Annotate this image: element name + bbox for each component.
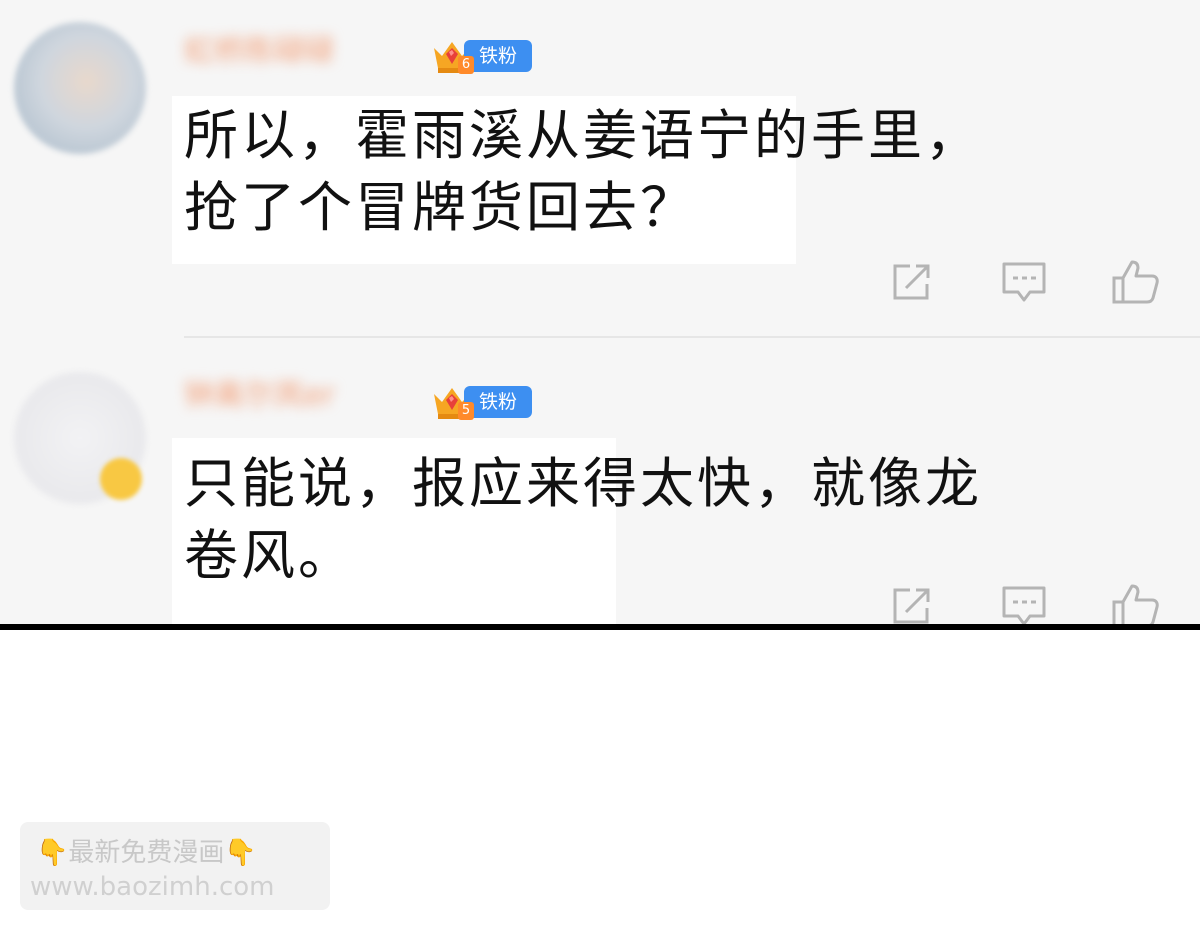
watermark-url: www.baozimh.com [30, 872, 275, 902]
pointing-down-icon: 👇 [36, 838, 69, 868]
verified-badge-icon [100, 458, 142, 500]
fan-badge-label: 铁粉 [464, 386, 532, 418]
like-button[interactable] [1108, 578, 1164, 628]
username[interactable]: 虹桥陈碌碌 [184, 34, 420, 70]
comment-body: 只能说，报应来得太快，就像龙 卷风。 [172, 438, 979, 628]
fan-badge[interactable]: 铁粉 5 [430, 382, 536, 422]
comment-actions [880, 578, 1180, 628]
share-icon [893, 264, 930, 300]
fan-badge[interactable]: 铁粉 6 [430, 36, 536, 76]
comment-text: 只能说，报应来得太快，就像龙 卷风。 [184, 452, 982, 587]
fan-level: 6 [458, 56, 474, 74]
comment-item: 虹桥陈碌碌 铁粉 6 所以，霍雨溪从姜语宁的手里， 抢了个冒牌货回去？ [0, 0, 1200, 336]
reply-button[interactable] [996, 254, 1052, 310]
watermark-title: 👇最新免费漫画👇 [36, 836, 316, 870]
thumbs-up-icon [1112, 584, 1159, 628]
fan-level: 5 [458, 402, 474, 420]
thumbs-up-icon [1112, 260, 1159, 304]
pointing-down-icon: 👇 [224, 838, 257, 868]
comment-actions [880, 254, 1180, 310]
share-icon [893, 588, 930, 624]
fan-badge-label: 铁粉 [464, 40, 532, 72]
watermark: 👇最新免费漫画👇 www.baozimh.com [20, 822, 330, 910]
comment-body: 所以，霍雨溪从姜语宁的手里， 抢了个冒牌货回去？ [172, 96, 979, 264]
username[interactable]: 钟离尔岚er [184, 378, 424, 414]
reply-button[interactable] [996, 578, 1052, 628]
like-button[interactable] [1108, 254, 1164, 310]
comment-icon [1002, 262, 1046, 302]
watermark-title-text: 最新免费漫画 [68, 838, 225, 868]
share-button[interactable] [884, 578, 940, 628]
comment-item: 钟离尔岚er 铁粉 5 只能说，报应来得太快，就像龙 卷风。 [0, 338, 1200, 628]
user-avatar[interactable] [14, 22, 146, 154]
comment-icon [1002, 586, 1046, 626]
share-button[interactable] [884, 254, 940, 310]
comment-feed: 虹桥陈碌碌 铁粉 6 所以，霍雨溪从姜语宁的手里， 抢了个冒牌货回去？ 钟离尔岚… [0, 0, 1200, 628]
crop-border-line [0, 624, 1200, 630]
comment-text: 所以，霍雨溪从姜语宁的手里， 抢了个冒牌货回去？ [184, 104, 982, 239]
